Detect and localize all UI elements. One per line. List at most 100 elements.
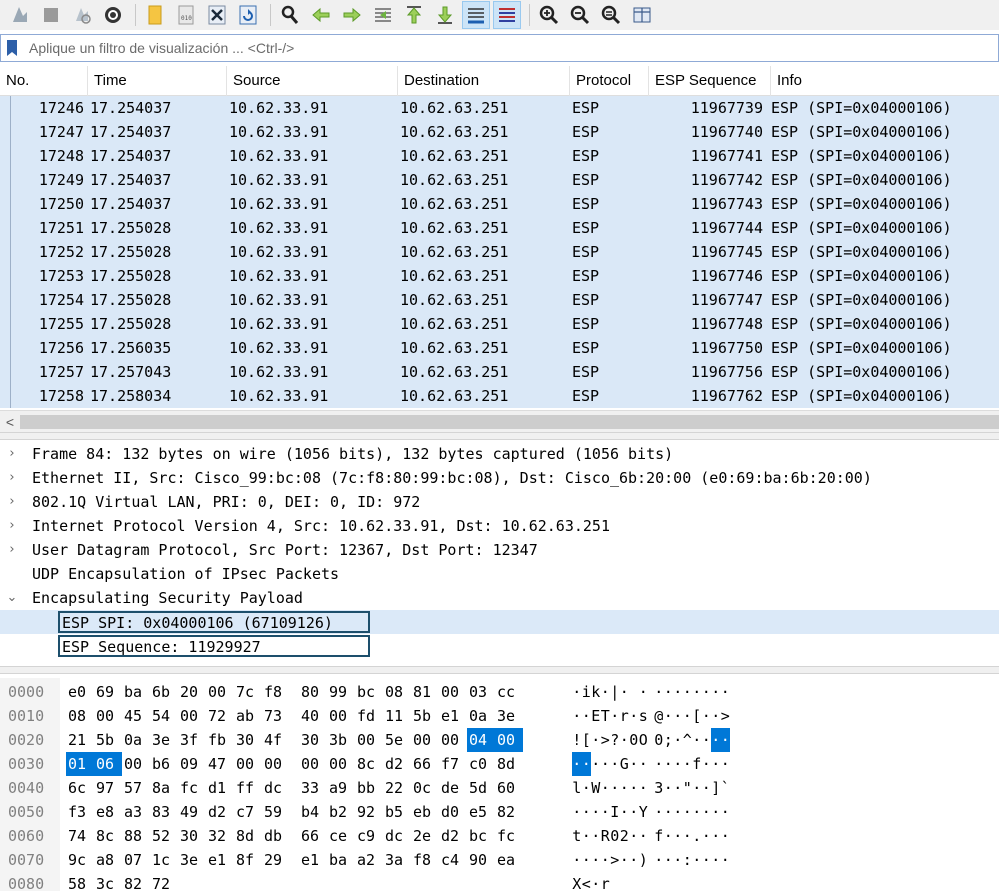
ascii-char[interactable]: <	[582, 872, 592, 891]
ascii-char[interactable]: >	[610, 848, 620, 872]
scrollbar-thumb[interactable]	[20, 415, 999, 429]
hex-byte[interactable]: 6b	[150, 680, 178, 704]
hex-byte[interactable]: 72	[206, 704, 234, 728]
packet-row[interactable]: 17246 17.254037 10.62.33.91 10.62.63.251 ESP…	[0, 96, 999, 120]
ascii-char[interactable]: ·	[711, 680, 721, 704]
hex-byte[interactable]: 7c	[234, 680, 262, 704]
hex-byte[interactable]: 07	[122, 848, 150, 872]
ascii-char[interactable]: ·	[721, 800, 731, 824]
ascii-char[interactable]: ·	[654, 800, 664, 824]
hex-byte[interactable]: 3e	[150, 728, 178, 752]
ascii-char[interactable]: ·	[601, 800, 611, 824]
hex-byte[interactable]: 47	[206, 752, 234, 776]
ascii-char[interactable]: ·	[673, 752, 683, 776]
ascii-char[interactable]: ·	[639, 776, 649, 800]
ascii-char[interactable]: ·	[629, 800, 639, 824]
ascii-char[interactable]: ·	[572, 800, 582, 824]
start-capture-button[interactable]	[6, 1, 34, 29]
hex-byte[interactable]: 69	[94, 680, 122, 704]
hex-byte[interactable]: 88	[122, 824, 150, 848]
hex-byte[interactable]: 5d	[467, 776, 495, 800]
ascii-char[interactable]: ·	[702, 728, 712, 752]
hex-byte[interactable]: 8d	[495, 752, 523, 776]
hex-byte[interactable]: 00	[355, 728, 383, 752]
hex-byte[interactable]: 00	[178, 704, 206, 728]
ascii-char[interactable]: ·	[673, 824, 683, 848]
tree-item[interactable]: › Frame 84: 132 bytes on wire (1056 bits)…	[0, 442, 999, 466]
hex-byte[interactable]: fb	[206, 728, 234, 752]
packet-row[interactable]: 17252 17.255028 10.62.33.91 10.62.63.251 ESP…	[0, 240, 999, 264]
expanded-arrow-icon[interactable]: ⌄	[0, 586, 24, 610]
hex-byte[interactable]: 09	[178, 752, 206, 776]
ascii-char[interactable]: R	[601, 824, 611, 848]
ascii-char[interactable]: ·	[601, 848, 611, 872]
ascii-char[interactable]: `	[721, 776, 731, 800]
ascii-char[interactable]: t	[572, 824, 582, 848]
hex-byte[interactable]: a8	[94, 848, 122, 872]
column-header-info[interactable]: Info	[771, 66, 999, 96]
ascii-char[interactable]: ·	[582, 824, 592, 848]
hex-byte[interactable]: fc	[178, 776, 206, 800]
hex-byte[interactable]: 0a	[467, 704, 495, 728]
hex-byte[interactable]: 00	[439, 680, 467, 704]
hex-byte[interactable]: 66	[411, 752, 439, 776]
hex-byte[interactable]: 57	[122, 776, 150, 800]
ascii-char[interactable]: ·	[702, 704, 712, 728]
ascii-char[interactable]: ·	[620, 776, 630, 800]
ascii-char[interactable]: ·	[582, 848, 592, 872]
packet-row[interactable]: 17247 17.254037 10.62.33.91 10.62.63.251 ESP…	[0, 120, 999, 144]
hex-byte[interactable]: dc	[262, 776, 290, 800]
ascii-char[interactable]: f	[692, 752, 702, 776]
ascii-char[interactable]: "	[683, 776, 693, 800]
colorize-button[interactable]	[493, 1, 521, 29]
ascii-char[interactable]: ·	[702, 848, 712, 872]
hex-byte[interactable]: b6	[150, 752, 178, 776]
hex-byte[interactable]: ce	[327, 824, 355, 848]
hex-byte[interactable]: cc	[495, 680, 523, 704]
hex-byte[interactable]: 52	[150, 824, 178, 848]
ascii-char[interactable]: ·	[582, 704, 592, 728]
ascii-char[interactable]: Y	[639, 800, 649, 824]
ascii-char[interactable]: ·	[639, 824, 649, 848]
pane-splitter[interactable]	[0, 432, 999, 440]
hex-byte[interactable]: eb	[411, 800, 439, 824]
hex-byte[interactable]: 5b	[94, 728, 122, 752]
hex-byte[interactable]: 00	[495, 728, 523, 752]
hex-byte[interactable]: e1	[299, 848, 327, 872]
hex-byte[interactable]: 30	[299, 728, 327, 752]
collapsed-arrow-icon[interactable]: ›	[0, 514, 24, 538]
hex-byte[interactable]: 01	[66, 752, 94, 776]
ascii-char[interactable]: ·	[711, 728, 721, 752]
ascii-char[interactable]: ·	[629, 776, 639, 800]
hex-byte[interactable]: 00	[234, 752, 262, 776]
ascii-char[interactable]: G	[620, 752, 630, 776]
hex-byte[interactable]: 8a	[150, 776, 178, 800]
ascii-char[interactable]: ·	[692, 728, 702, 752]
hex-byte[interactable]: d2	[206, 800, 234, 824]
ascii-char[interactable]: >	[721, 704, 731, 728]
hex-byte[interactable]: 83	[150, 800, 178, 824]
ascii-char[interactable]: ·	[711, 752, 721, 776]
collapsed-arrow-icon[interactable]: ›	[0, 442, 24, 466]
hex-byte[interactable]: 1c	[150, 848, 178, 872]
ascii-char[interactable]: ·	[591, 800, 601, 824]
hex-byte[interactable]: 4f	[262, 728, 290, 752]
ascii-char[interactable]: 0	[654, 728, 664, 752]
ascii-char[interactable]: ·	[721, 680, 731, 704]
ascii-char[interactable]: ·	[692, 680, 702, 704]
packet-row[interactable]: 17256 17.256035 10.62.33.91 10.62.63.251 ESP…	[0, 336, 999, 360]
hex-byte[interactable]: 2e	[411, 824, 439, 848]
packet-row[interactable]: 17257 17.257043 10.62.33.91 10.62.63.251 ESP…	[0, 360, 999, 384]
hex-byte[interactable]: 8d	[234, 824, 262, 848]
hex-byte[interactable]: 3c	[94, 872, 122, 891]
ascii-char[interactable]: ?	[610, 728, 620, 752]
ascii-char[interactable]: X	[572, 872, 582, 891]
ascii-char[interactable]: |	[610, 680, 620, 704]
ascii-char[interactable]: I	[610, 800, 620, 824]
column-header-esp-sequence[interactable]: ESP Sequence	[649, 66, 771, 96]
hex-byte[interactable]: bb	[355, 776, 383, 800]
hex-byte[interactable]: 0c	[411, 776, 439, 800]
ascii-char[interactable]: ·	[664, 704, 674, 728]
hex-byte[interactable]: 3e	[495, 704, 523, 728]
restart-capture-button[interactable]	[68, 1, 96, 29]
